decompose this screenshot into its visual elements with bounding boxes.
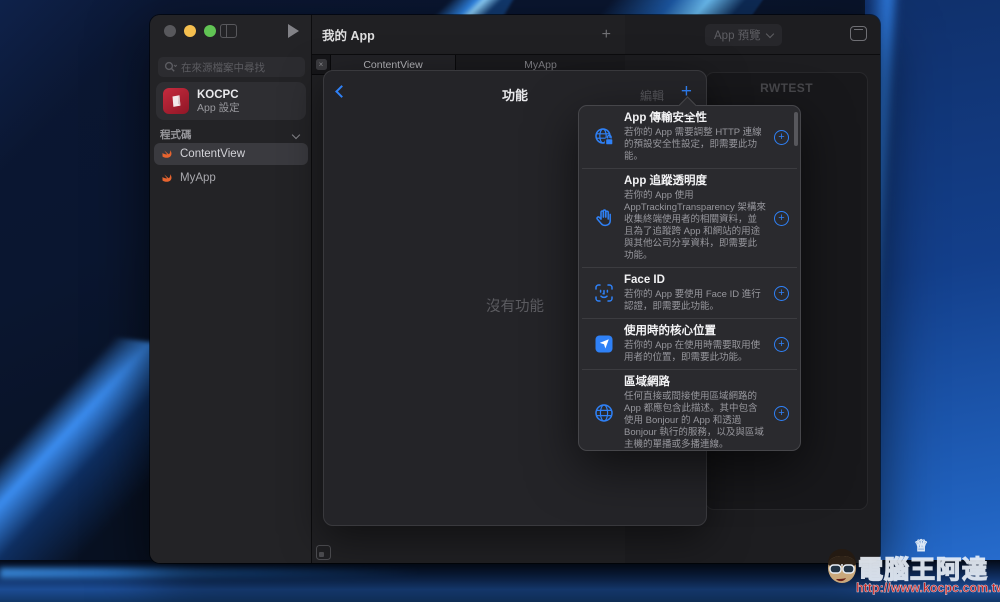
sidebar-section-code[interactable]: 程式碼 [160, 127, 303, 142]
close-window-button[interactable] [164, 25, 176, 37]
bottom-bar-toggle-icon[interactable] [316, 545, 331, 560]
mascot-face-icon [824, 546, 860, 586]
search-icon [164, 61, 177, 74]
app-preview-label: App 預覽 [714, 27, 761, 43]
capability-row-transport-security[interactable]: App 傳輸安全性 若你的 App 需要調整 HTTP 連線的預設安全性設定，即… [582, 106, 797, 168]
watermark-url: http://www.kocpc.com.tw [856, 581, 1000, 595]
add-capability-button[interactable]: + [774, 286, 789, 301]
add-capability-button[interactable]: + [774, 406, 789, 421]
section-label: 程式碼 [160, 127, 192, 142]
capabilities-popover: App 傳輸安全性 若你的 App 需要調整 HTTP 連線的預設安全性設定，即… [578, 105, 801, 451]
capability-row-core-location[interactable]: 使用時的核心位置 若你的 App 在使用時需要取用使用者的位置，即需要此功能。 … [582, 318, 797, 369]
capability-desc: 若你的 App 需要調整 HTTP 連線的預設安全性設定，即需要此功能。 [624, 127, 766, 163]
edit-button[interactable]: 編輯 [640, 87, 664, 104]
app-document-icon [163, 88, 189, 114]
location-icon [592, 333, 616, 355]
capability-row-face-id[interactable]: Face ID 若你的 App 要使用 Face ID 進行認證，即需要此功能。… [582, 267, 797, 318]
capability-desc: 若你的 App 要使用 Face ID 進行認證，即需要此功能。 [624, 289, 766, 313]
capability-row-tracking-transparency[interactable]: App 追蹤透明度 若你的 App 使用 AppTrackingTranspar… [582, 168, 797, 267]
playgrounds-window: 在來源檔案中尋找 KOCPC App 設定 程式碼 ContentView [150, 15, 880, 563]
sidebar-item-myapp[interactable]: MyApp [154, 167, 308, 189]
file-label: MyApp [180, 172, 216, 184]
globe-lock-icon [592, 126, 616, 148]
app-preview-menu[interactable]: App 預覽 [705, 24, 782, 46]
site-watermark: ♛ 電腦王阿達 http://www.kocpc.com.tw [818, 538, 1000, 602]
project-subtitle: App 設定 [197, 102, 240, 114]
face-id-icon [592, 282, 616, 304]
close-icon: × [316, 59, 327, 70]
run-button[interactable] [288, 24, 299, 38]
capability-desc: 任何直接或間接使用區域網路的 App 都應包含此描述。其中包含使用 Bonjou… [624, 391, 766, 451]
sidebar-item-contentview[interactable]: ContentView [154, 143, 308, 165]
capability-desc: 若你的 App 使用 AppTrackingTransparency 架構來收集… [624, 190, 766, 262]
project-name: KOCPC [197, 89, 240, 102]
editor-header: 我的 App + [312, 15, 625, 55]
network-globe-icon [592, 402, 616, 424]
swift-file-icon [161, 148, 174, 161]
hand-raised-icon [592, 207, 616, 229]
preview-app-name: RWTEST [706, 81, 867, 95]
add-capability-button[interactable]: + [774, 211, 789, 226]
wallpaper-bottom-glow [0, 568, 420, 578]
minimize-window-button[interactable] [184, 25, 196, 37]
capability-desc: 若你的 App 在使用時需要取用使用者的位置，即需要此功能。 [624, 340, 766, 364]
sidebar: 在來源檔案中尋找 KOCPC App 設定 程式碼 ContentView [150, 15, 312, 563]
add-capability-button[interactable]: + [774, 337, 789, 352]
file-label: ContentView [180, 148, 245, 160]
capability-title: Face ID [624, 273, 766, 288]
sidebar-item-app-settings[interactable]: KOCPC App 設定 [156, 82, 306, 120]
chevron-down-icon [765, 30, 773, 38]
popover-scrollbar[interactable] [794, 112, 798, 146]
chevron-down-icon [292, 130, 300, 138]
capability-row-local-network[interactable]: 區域網路 任何直接或間接使用區域網路的 App 都應包含此描述。其中包含使用 B… [582, 369, 797, 451]
sidebar-toggle-icon[interactable] [220, 24, 237, 38]
search-input[interactable]: 在來源檔案中尋找 [158, 57, 305, 77]
device-preview-icon[interactable] [850, 26, 867, 41]
swift-file-icon [161, 172, 174, 185]
capability-title: 區域網路 [624, 375, 766, 390]
preview-header: App 預覽 [625, 15, 880, 55]
capability-title: App 傳輸安全性 [624, 111, 766, 126]
window-controls [164, 25, 216, 37]
capability-title: 使用時的核心位置 [624, 324, 766, 339]
add-icon[interactable]: + [602, 26, 611, 44]
capability-title: App 追蹤透明度 [624, 174, 766, 189]
search-placeholder: 在來源檔案中尋找 [181, 60, 265, 75]
add-capability-button[interactable]: + [774, 130, 789, 145]
zoom-window-button[interactable] [204, 25, 216, 37]
document-title: 我的 App [322, 25, 375, 44]
